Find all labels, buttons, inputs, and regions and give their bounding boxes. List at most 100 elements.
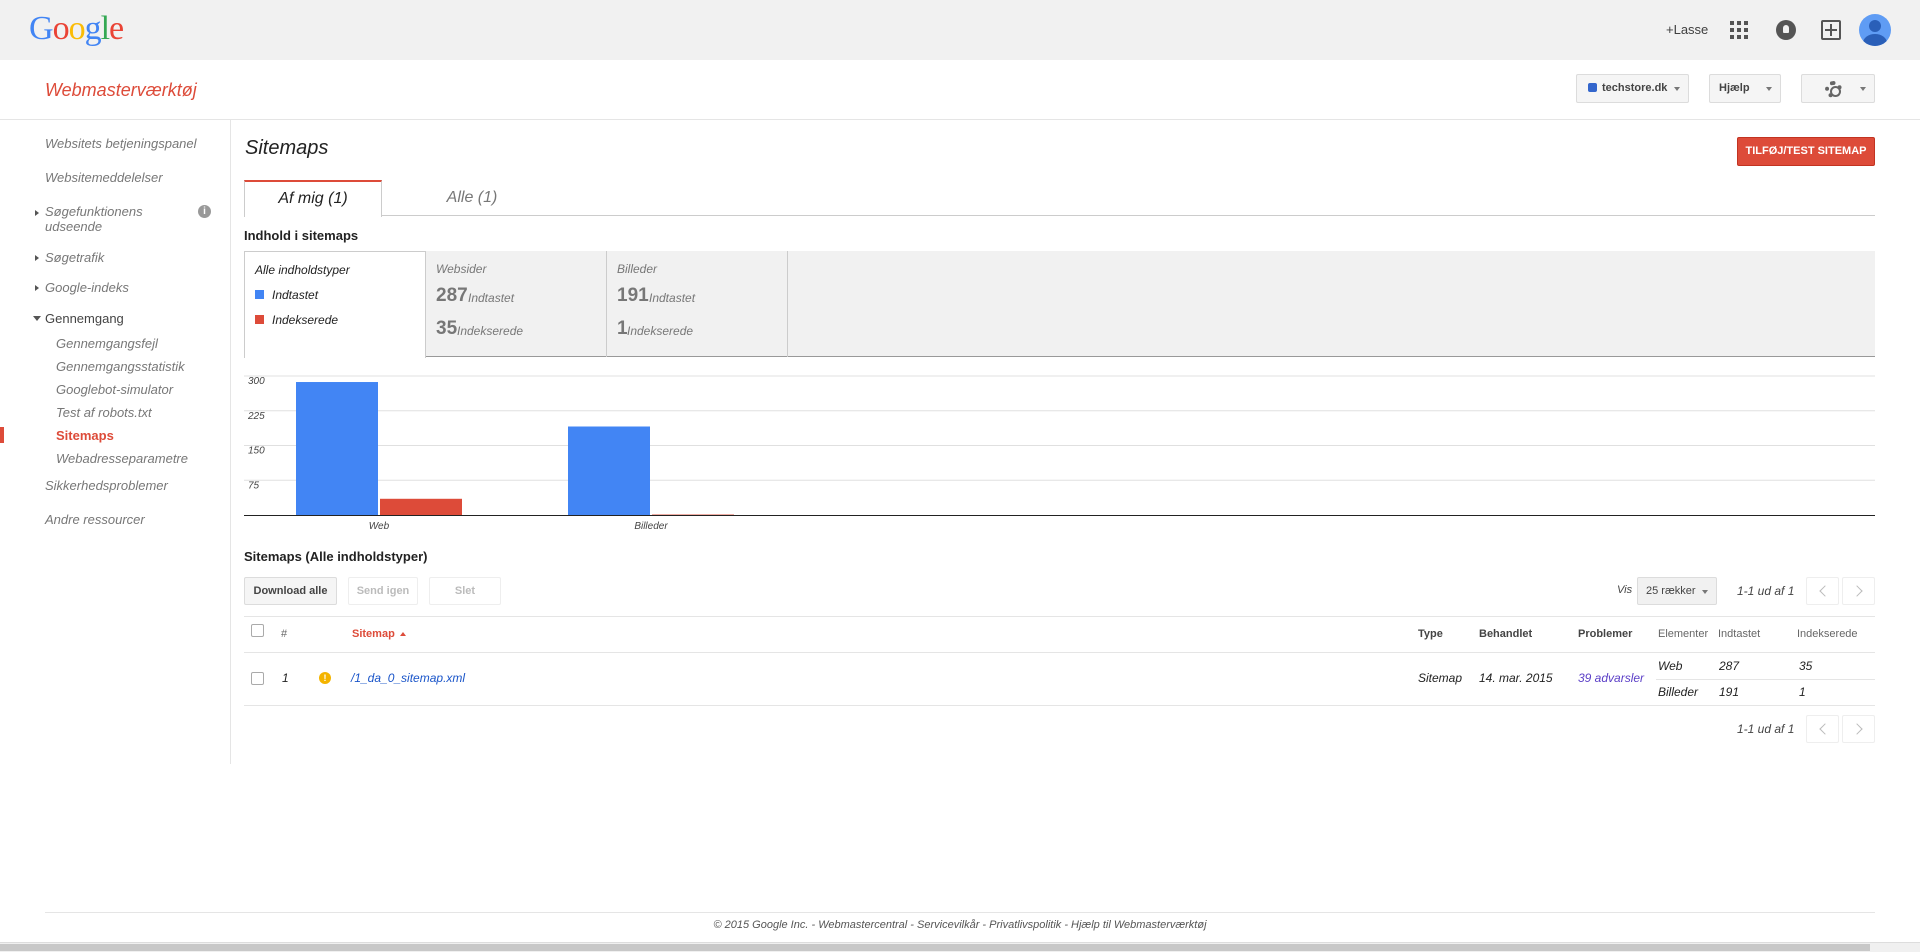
summary-indexed-label: Indekserede <box>457 324 524 338</box>
sitemap-link[interactable]: /1_da_0_sitemap.xml <box>351 671 465 685</box>
element-images-name: Billeder <box>1658 685 1699 699</box>
google-logo[interactable]: Google <box>29 10 124 48</box>
content-summary: Alle indholdstyper Indtastet Indekserede… <box>244 251 1875 358</box>
sidebar-item-crawl-errors[interactable]: Gennemgangsfejl <box>56 336 158 351</box>
legend-swatch-blue <box>255 290 264 299</box>
chevron-down-icon <box>1860 87 1866 91</box>
summary-indexed-label: Indekserede <box>627 324 694 338</box>
element-images-indexed: 1 <box>1799 685 1806 699</box>
pager-text-bottom: 1-1 ud af 1 <box>1737 722 1795 736</box>
info-icon[interactable]: i <box>198 205 211 218</box>
chevron-down-icon <box>1674 87 1680 91</box>
help-dropdown[interactable]: Hjælp <box>1709 74 1781 103</box>
y-tick-label: 225 <box>247 411 265 422</box>
y-tick-label: 150 <box>248 446 265 457</box>
pager-text: 1-1 ud af 1 <box>1737 584 1795 598</box>
y-tick-label: 75 <box>248 480 260 491</box>
x-tick-label: Web <box>369 521 390 532</box>
col-processed[interactable]: Behandlet <box>1479 628 1532 640</box>
sidebar-item-search-appearance[interactable]: Søgefunktionens udseende <box>45 204 143 234</box>
sidebar-item-robots-tester[interactable]: Test af robots.txt <box>56 405 152 420</box>
bar-web-submitted <box>296 382 378 515</box>
delete-button[interactable]: Slet <box>429 577 501 605</box>
summary-images[interactable]: Billeder 191 Indtastet 1 Indekserede <box>607 251 788 357</box>
app-title[interactable]: Webmasterværktøj <box>45 80 197 101</box>
expand-arrow-icon[interactable] <box>35 285 39 291</box>
scrollbar-thumb[interactable] <box>0 944 1870 951</box>
resend-button[interactable]: Send igen <box>348 577 418 605</box>
col-elements: Elementer <box>1658 628 1709 640</box>
summary-submitted-label: Indtastet <box>468 291 515 305</box>
expand-arrow-icon[interactable] <box>35 255 39 261</box>
expand-arrow-icon[interactable] <box>35 210 39 216</box>
col-submitted: Indtastet <box>1718 628 1761 640</box>
sidebar-item-security-issues[interactable]: Sikkerhedsproblemer <box>45 478 168 493</box>
account-avatar[interactable] <box>1859 14 1891 46</box>
google-plus-user-link[interactable]: +Lasse <box>1666 22 1708 37</box>
element-web-submitted: 287 <box>1719 659 1740 673</box>
notifications-bell-icon[interactable] <box>1776 20 1796 40</box>
warning-icon[interactable]: ! <box>319 672 331 684</box>
google-bar: Google +Lasse <box>0 0 1920 60</box>
legend-swatch-red <box>255 315 264 324</box>
sitemap-bar-chart: 75 150 225 300 Web Billeder <box>244 375 1875 532</box>
tab-by-me[interactable]: Af mig (1) <box>244 180 382 217</box>
horizontal-scrollbar[interactable] <box>0 942 1920 952</box>
col-number: # <box>281 628 288 640</box>
summary-indexed-count: 1 <box>617 318 628 339</box>
next-page-button[interactable] <box>1842 715 1875 743</box>
select-all-checkbox[interactable] <box>251 624 264 637</box>
prev-page-button[interactable] <box>1806 577 1839 605</box>
tab-all[interactable]: Alle (1) <box>382 180 562 216</box>
element-images-submitted: 191 <box>1719 685 1740 699</box>
next-page-button[interactable] <box>1842 577 1875 605</box>
row-checkbox[interactable] <box>251 672 264 685</box>
row-warnings-link[interactable]: 39 advarsler <box>1578 671 1644 685</box>
subrow-divider <box>1656 679 1875 680</box>
add-test-sitemap-button[interactable]: TILFØJ/TEST SITEMAP <box>1737 137 1875 166</box>
sidebar-item-sitemaps[interactable]: Sitemaps <box>56 428 114 443</box>
sitemaps-table-header: # Sitemap Type Behandlet Problemer Eleme… <box>244 616 1875 653</box>
row-processed-date: 14. mar. 2015 <box>1479 671 1553 685</box>
summary-submitted-count: 287 <box>436 285 468 306</box>
row-number: 1 <box>282 671 289 685</box>
show-rows-label: Vis <box>1617 584 1633 596</box>
summary-submitted-count: 191 <box>617 285 649 306</box>
bar-web-indexed <box>380 498 462 515</box>
col-sitemap[interactable]: Sitemap <box>352 628 406 640</box>
sidebar-item-fetch-as-googlebot[interactable]: Googlebot-simulator <box>56 382 173 397</box>
y-tick-label: 300 <box>248 376 265 387</box>
bar-billeder-submitted <box>568 426 650 515</box>
prev-page-button[interactable] <box>1806 715 1839 743</box>
sidebar-item-dashboard[interactable]: Websitets betjeningspanel <box>45 136 197 151</box>
apps-grid-icon[interactable] <box>1730 21 1748 39</box>
summary-webpages[interactable]: Websider 287 Indtastet 35 Indekserede <box>426 251 607 357</box>
sidebar-item-crawl[interactable]: Gennemgang <box>45 311 124 326</box>
sidebar-item-crawl-stats[interactable]: Gennemgangsstatistik <box>56 359 185 374</box>
tab-bar: Af mig (1) Alle (1) <box>244 180 1875 217</box>
summary-all-types[interactable]: Alle indholdstyper Indtastet Indekserede <box>244 251 426 358</box>
chevron-down-icon <box>1702 590 1708 594</box>
share-plus-icon[interactable] <box>1821 20 1841 40</box>
footer-links[interactable]: © 2015 Google Inc. - Webmastercentral - … <box>0 919 1920 931</box>
rows-per-page-select[interactable]: 25 rækker <box>1637 577 1717 605</box>
sidebar-item-site-messages[interactable]: Websitemeddelelser <box>45 170 163 185</box>
summary-indexed-count: 35 <box>436 318 458 339</box>
app-header: Webmasterværktøj techstore.dk Hjælp <box>0 60 1920 120</box>
sidebar-item-url-parameters[interactable]: Webadresseparametre <box>56 451 188 466</box>
element-web-name: Web <box>1658 659 1683 673</box>
collapse-arrow-icon[interactable] <box>33 316 41 321</box>
settings-dropdown[interactable] <box>1801 74 1875 103</box>
element-web-indexed: 35 <box>1799 659 1813 673</box>
sidebar-item-search-traffic[interactable]: Søgetrafik <box>45 250 104 265</box>
summary-type-label: Billeder <box>617 262 658 276</box>
legend-submitted: Indtastet <box>255 288 318 302</box>
sidebar-item-other-resources[interactable]: Andre ressourcer <box>45 512 145 527</box>
col-type[interactable]: Type <box>1418 628 1443 640</box>
x-tick-label: Billeder <box>634 521 668 532</box>
sidebar-item-google-index[interactable]: Google-indeks <box>45 280 129 295</box>
download-all-button[interactable]: Download alle <box>244 577 337 605</box>
site-favicon-icon <box>1588 83 1597 92</box>
col-problems[interactable]: Problemer <box>1578 628 1632 640</box>
site-selector-dropdown[interactable]: techstore.dk <box>1576 74 1689 103</box>
